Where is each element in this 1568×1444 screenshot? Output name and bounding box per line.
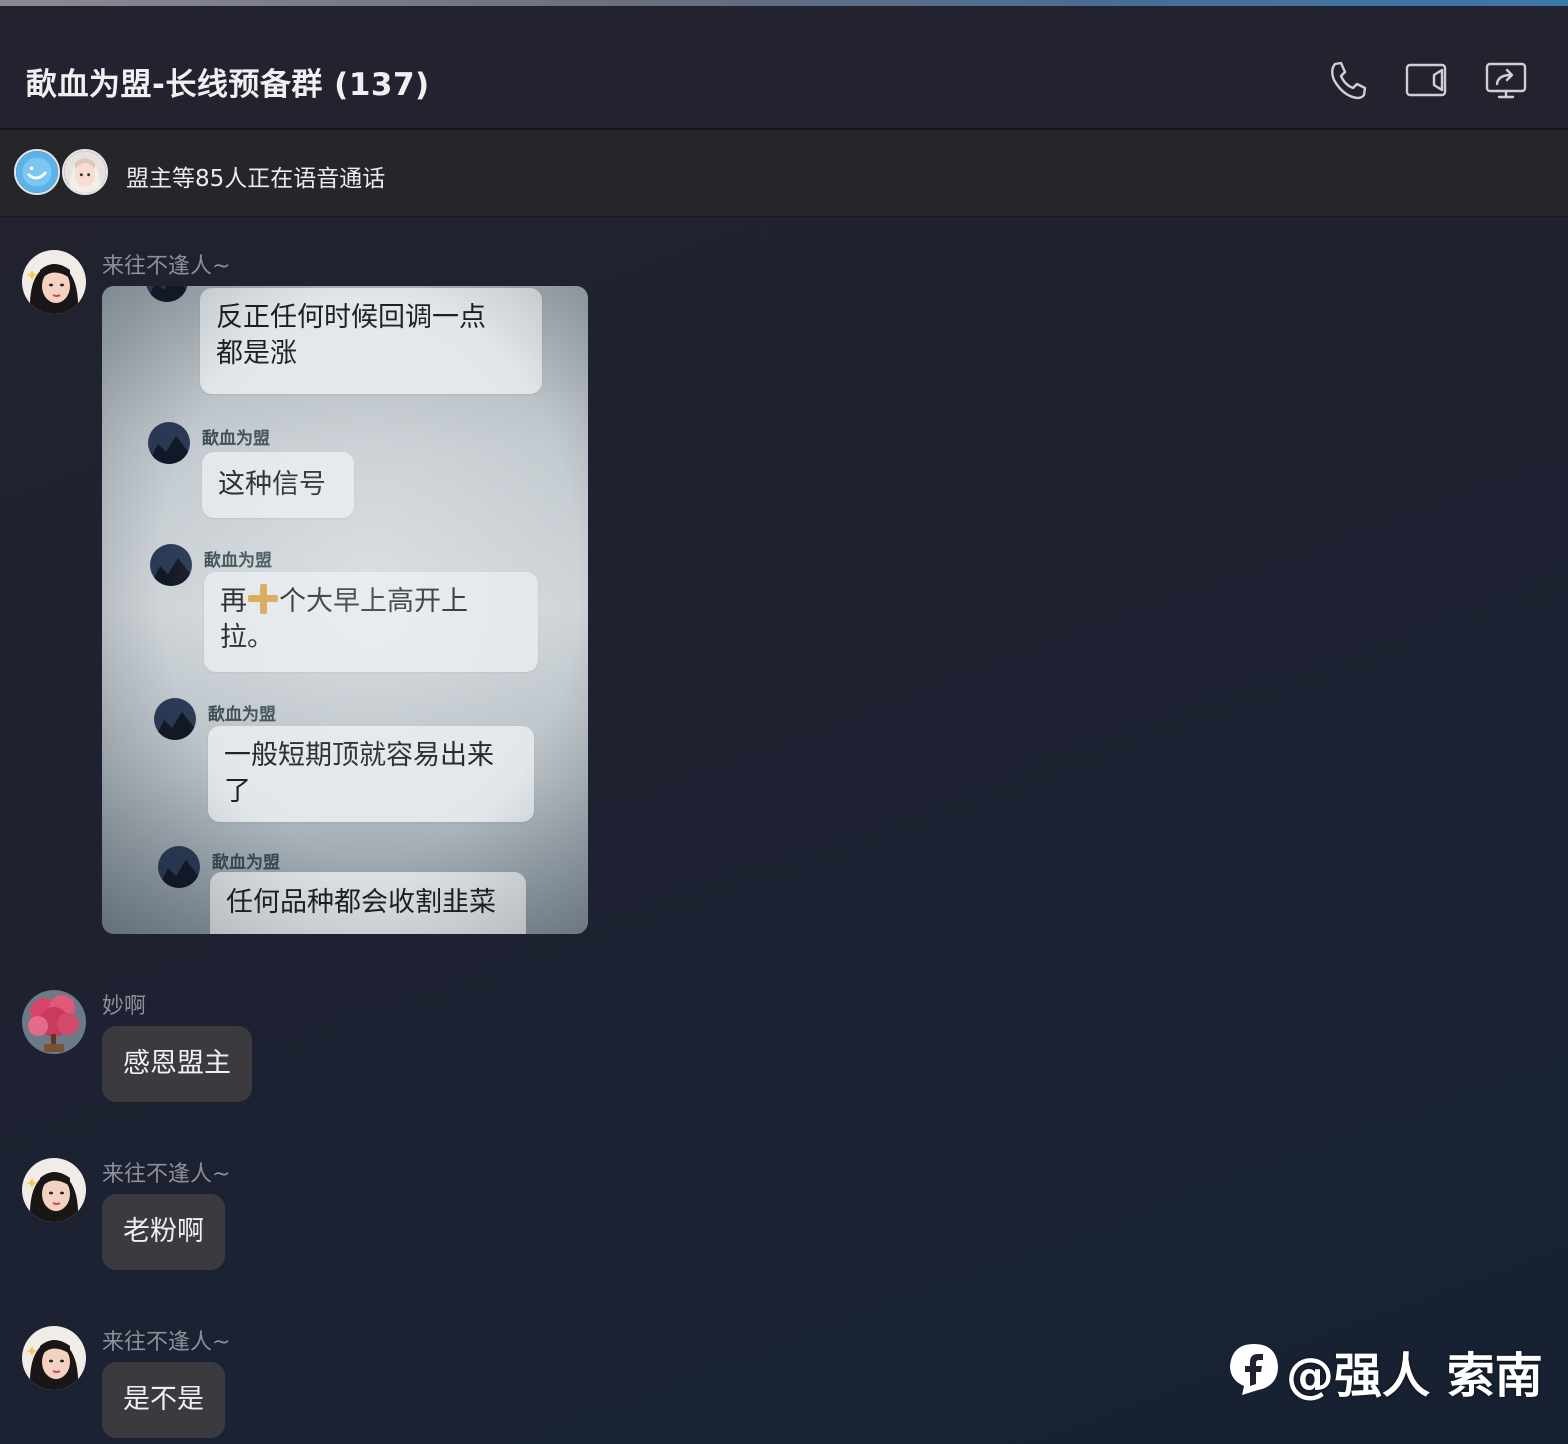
screenshot-sender-name: 歃血为盟 — [202, 429, 270, 449]
screen-share-icon[interactable] — [1484, 58, 1528, 102]
screenshot-text: 再 — [220, 586, 247, 617]
sender-name: 来往不逢人~ — [102, 1162, 231, 1187]
screenshot-text: 了 — [224, 776, 251, 807]
screenshot-sender-name: 歃血为盟 — [208, 705, 276, 725]
screenshot-avatar — [150, 544, 192, 586]
screenshot-text: 都是涨 — [216, 338, 297, 369]
voice-call-status-text: 盟主等85人正在语音通话 — [126, 166, 386, 192]
message-item: 妙啊 感恩盟主 — [0, 988, 900, 1108]
screenshot-text: 个大早上高开上 — [279, 586, 468, 617]
platform-logo-icon — [1230, 1344, 1278, 1395]
message-item: 来往不逢人~ 老粉啊 — [0, 1156, 900, 1276]
call-participant-avatar — [14, 149, 60, 195]
screenshot-bubble: 任何品种都会收割韭菜 — [210, 872, 526, 934]
screenshot-avatar — [154, 698, 196, 740]
screenshot-bubble: 一般短期顶就容易出来 了 — [208, 726, 534, 822]
screenshot-bubble: 这种信号 — [202, 452, 354, 518]
message-item: 来往不逢人~ 是不是 — [0, 1324, 900, 1444]
screenshot-avatar — [146, 286, 188, 302]
voice-call-bar[interactable]: 盟主等85人正在语音通话 — [0, 130, 1568, 217]
sender-name: 来往不逢人~ — [102, 1330, 231, 1355]
sender-name: 来往不逢人~ — [102, 254, 231, 279]
screenshot-text: 一般短期顶就容易出来 — [224, 740, 494, 771]
avatar[interactable] — [22, 1326, 86, 1390]
screenshot-avatar — [158, 846, 200, 888]
screenshot-bubble: 再 个大早上高开上 拉。 — [204, 572, 538, 672]
chat-title: 歃血为盟-长线预备群 (137) — [26, 67, 430, 103]
screenshot-text: 拉。 — [220, 622, 274, 653]
call-participant-avatar — [62, 149, 108, 195]
message-bubble[interactable]: 感恩盟主 — [102, 1026, 252, 1102]
message-item: 来往不逢人~ 反正任何时候回调一点 都是涨 歃血为盟 这种信号 歃血为盟 再 个大… — [0, 248, 900, 938]
cross-emoji-icon — [248, 584, 278, 614]
video-camera-icon[interactable] — [1404, 58, 1448, 102]
screenshot-sender-name: 歃血为盟 — [204, 551, 272, 571]
avatar[interactable] — [22, 250, 86, 314]
screenshot-sender-name: 歃血为盟 — [212, 853, 280, 873]
avatar[interactable] — [22, 990, 86, 1054]
avatar[interactable] — [22, 1158, 86, 1222]
chat-header: 歃血为盟-长线预备群 (137) — [0, 6, 1568, 130]
message-bubble[interactable]: 是不是 — [102, 1362, 225, 1438]
screenshot-text: 再 个大早上高开上 — [220, 584, 522, 620]
image-message[interactable]: 反正任何时候回调一点 都是涨 歃血为盟 这种信号 歃血为盟 再 个大早上高开上 拉… — [102, 286, 588, 934]
screenshot-avatar — [148, 422, 190, 464]
sender-name: 妙啊 — [102, 994, 147, 1019]
screenshot-text: 反正任何时候回调一点 — [216, 302, 486, 333]
screenshot-text: 这种信号 — [218, 469, 326, 500]
message-bubble[interactable]: 老粉啊 — [102, 1194, 225, 1270]
screenshot-text: 任何品种都会收割韭菜 — [226, 887, 496, 918]
screenshot-bubble: 反正任何时候回调一点 都是涨 — [200, 288, 542, 394]
watermark-text: @强人 索南 — [1286, 1348, 1543, 1404]
phone-icon[interactable] — [1326, 58, 1370, 102]
